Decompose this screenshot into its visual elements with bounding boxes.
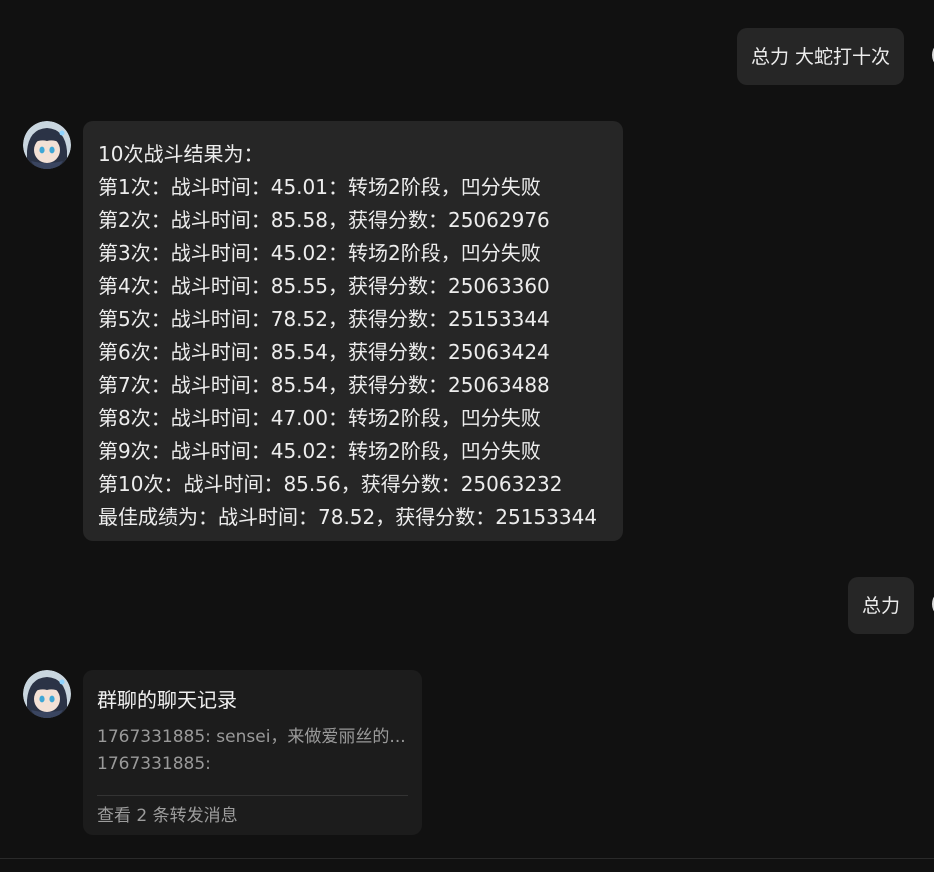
- bot-avatar-icon[interactable]: [23, 670, 71, 718]
- user-message-bubble[interactable]: 总力: [848, 577, 915, 634]
- result-line: 第3次：战斗时间：45.02：转场2阶段，凹分失败: [98, 241, 541, 265]
- result-line: 第6次：战斗时间：85.54，获得分数：25063424: [98, 340, 550, 364]
- view-forwarded-messages-link[interactable]: 查看 2 条转发消息: [97, 796, 408, 836]
- forwarded-preview-line: 1767331885: sensei，来做爱丽丝的...: [97, 727, 406, 747]
- best-result-line: 最佳成绩为：战斗时间：78.52，获得分数：25153344: [98, 505, 598, 529]
- user-message-text: 总力: [862, 594, 901, 617]
- input-area-divider: [0, 858, 934, 859]
- result-line: 第9次：战斗时间：45.02：转场2阶段，凹分失败: [98, 439, 541, 463]
- user-message-text: 总力 大蛇打十次: [751, 45, 891, 68]
- bot-avatar-icon[interactable]: [23, 121, 71, 169]
- result-line: 第7次：战斗时间：85.54，获得分数：25063488: [98, 373, 550, 397]
- forwarded-messages-card[interactable]: 群聊的聊天记录 1767331885: sensei，来做爱丽丝的... 176…: [83, 670, 422, 835]
- result-line: 第8次：战斗时间：47.00：转场2阶段，凹分失败: [98, 406, 541, 430]
- result-line: 第5次：战斗时间：78.52，获得分数：25153344: [98, 307, 550, 331]
- result-line: 第1次：战斗时间：45.01：转场2阶段，凹分失败: [98, 175, 541, 199]
- result-line: 第4次：战斗时间：85.55，获得分数：25063360: [98, 274, 550, 298]
- forwarded-card-title: 群聊的聊天记录: [97, 688, 237, 712]
- user-message-bubble[interactable]: 总力 大蛇打十次: [737, 28, 905, 85]
- result-line: 第10次：战斗时间：85.56，获得分数：25063232: [98, 472, 563, 496]
- bot-message-bubble[interactable]: 10次战斗结果为： 第1次：战斗时间：45.01：转场2阶段，凹分失败 第2次：…: [83, 121, 623, 541]
- forwarded-preview-line: 1767331885:: [97, 754, 211, 774]
- result-line: 10次战斗结果为：: [98, 142, 264, 166]
- result-line: 第2次：战斗时间：85.58，获得分数：25062976: [98, 208, 550, 232]
